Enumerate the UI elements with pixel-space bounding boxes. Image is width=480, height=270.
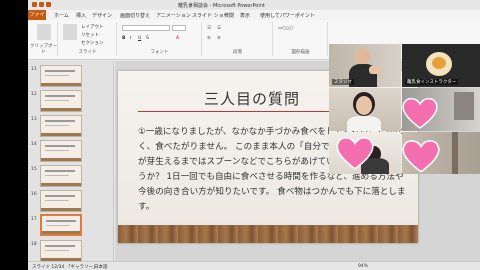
thumb-number: 14 [31,142,37,147]
font-size-field[interactable] [172,25,186,31]
numbering-button[interactable]: ☰ [217,26,221,31]
thumb-number: 15 [31,167,37,172]
theme-name: 「ギャラリー」 [66,265,98,270]
group-clipboard-label: クリップボード [30,44,57,55]
screen: 離乳食相談会 - Microsoft PowerPoint ファイル ホーム 挿… [0,0,480,270]
slide-thumbnail[interactable] [40,115,82,137]
shapes-gallery[interactable]: ▭○△⬡ [278,26,294,31]
underline-button[interactable]: U [138,36,141,41]
logo-face [432,57,446,69]
participant-name: スタジオ [332,79,354,85]
quick-access-toolbar[interactable] [32,2,62,8]
bold-button[interactable]: B [122,36,125,41]
title-bar: 離乳食相談会 - Microsoft PowerPoint [28,0,480,10]
paste-button[interactable] [37,24,51,40]
tab-design[interactable]: デザイン [92,12,112,19]
new-slide-button[interactable] [63,24,77,40]
tab-addins[interactable]: 使用してパワーポイント [260,12,315,19]
align-center-button[interactable]: ≡ [217,36,221,41]
thumb-number: 16 [31,192,37,197]
slide-thumbnail[interactable] [40,240,82,262]
status-bar: スライド 12/34 「ギャラリー」 日本語 94% [28,261,480,270]
reset-button[interactable]: リセット [81,32,99,38]
group-font: B I U S A フォント [118,22,202,56]
thumb-number: 13 [31,117,37,122]
group-paragraph: ☰ ☰ ≡ ≡ 段落 [203,22,273,56]
video-tile[interactable]: スタジオ [329,44,401,87]
slide-thumbnail[interactable] [40,190,82,212]
align-left-button[interactable]: ≡ [207,36,211,41]
group-drawing-label: 図形描画 [291,50,310,55]
group-slides-label: スライド [78,50,97,55]
font-color-button[interactable]: A [176,36,179,41]
hand [369,66,381,74]
tab-review[interactable]: 校閲 [224,12,234,19]
thumb-number: 17 [31,217,37,222]
tab-transitions[interactable]: 画面切り替え [120,12,150,19]
title-divider [138,111,338,112]
bullets-button[interactable]: ☰ [207,26,211,31]
slide-thumbnail[interactable] [40,90,82,112]
language-indicator[interactable]: 日本語 [94,264,108,270]
font-name-field[interactable] [122,25,170,31]
slide-thumbnail-selected[interactable] [40,214,82,236]
participant-name: 離乳食インストラクター [405,79,459,85]
layout-button[interactable]: レイアウト [81,24,104,30]
group-drawing: ▭○△⬡ 図形描画 [274,22,328,56]
window-title: 離乳食相談会 - Microsoft PowerPoint [178,3,265,9]
video-tile[interactable]: 離乳食インストラクター [402,44,480,87]
tab-home[interactable]: ホーム [54,12,69,19]
group-slides: レイアウト リセット セクション スライド [59,22,117,56]
slide-thumbnail[interactable] [40,140,82,162]
zoom-level[interactable]: 94% [358,264,368,269]
tab-animations[interactable]: アニメーション [156,12,191,19]
group-font-label: フォント [150,50,169,55]
group-clipboard: クリップボード [30,22,58,56]
slide-thumbnail-pane[interactable]: 11 12 13 14 15 16 17 18 [28,61,114,262]
shadow-button[interactable]: S [146,36,149,41]
tab-view[interactable]: 表示 [240,12,250,19]
thumb-number: 18 [31,242,37,247]
section-button[interactable]: セクション [81,40,104,46]
wood-floor-decoration [118,225,418,243]
thumb-number: 11 [31,67,37,72]
slide-thumbnail[interactable] [40,65,82,87]
group-paragraph-label: 段落 [233,50,242,55]
tab-file[interactable]: ファイル [28,10,46,28]
heart-reaction-icon [402,140,440,173]
slide-counter: スライド 12/34 [32,265,65,270]
slide-thumbnail[interactable] [40,165,82,187]
heart-reaction-icon [336,137,374,170]
thumb-number: 12 [31,92,37,97]
tab-insert[interactable]: 挿入 [76,12,86,19]
ribbon-tabs: ファイル ホーム 挿入 デザイン 画面切り替え アニメーション スライド ショー… [28,10,480,28]
slide-title[interactable]: 三人目の質問 [204,88,300,109]
video-tile[interactable] [329,88,401,131]
italic-button[interactable]: I [130,36,131,41]
participant-body [347,116,381,131]
heart-reaction-icon [402,97,438,129]
participant-face [356,96,372,115]
